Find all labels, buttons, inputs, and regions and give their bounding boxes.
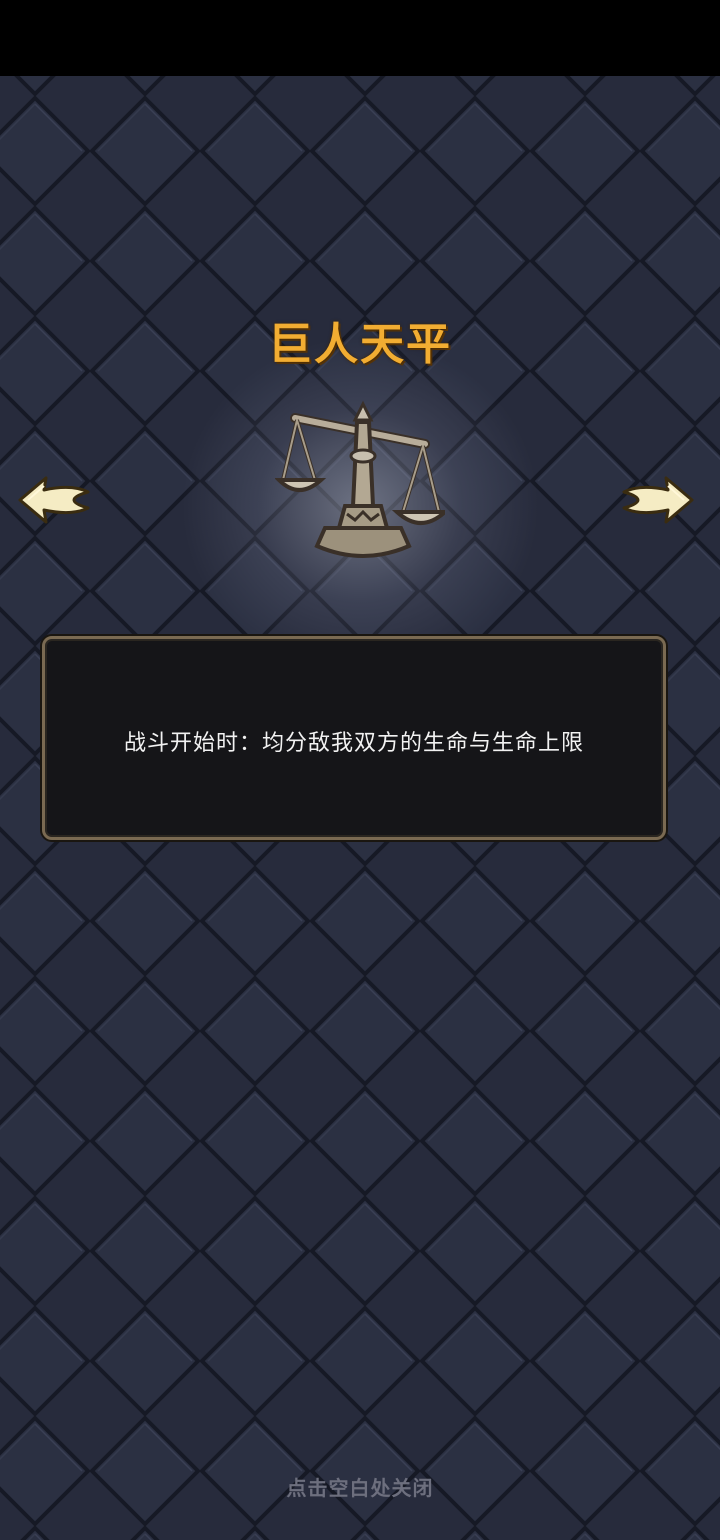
prev-relic-button[interactable]	[14, 470, 94, 530]
relic-title: 巨人天平	[268, 319, 452, 370]
scale-icon	[275, 400, 445, 558]
next-relic-button[interactable]	[618, 470, 698, 530]
relic-detail-overlay[interactable]: 巨人天平 战斗开始时：均分敌我双方的生命与生命上限 点击空白处关闭	[0, 76, 720, 1540]
screen: 巨人天平 战斗开始时：均分敌我双方的生命与生命上限 点击空白处关闭	[0, 0, 720, 1540]
relic-description-panel: 战斗开始时：均分敌我双方的生命与生命上限	[42, 636, 666, 840]
arrow-right-icon	[622, 476, 694, 524]
relic-description: 战斗开始时：均分敌我双方的生命与生命上限	[123, 731, 584, 756]
status-bar	[0, 0, 720, 76]
arrow-left-icon	[18, 476, 90, 524]
close-hint: 点击空白处关闭	[286, 1476, 434, 1500]
